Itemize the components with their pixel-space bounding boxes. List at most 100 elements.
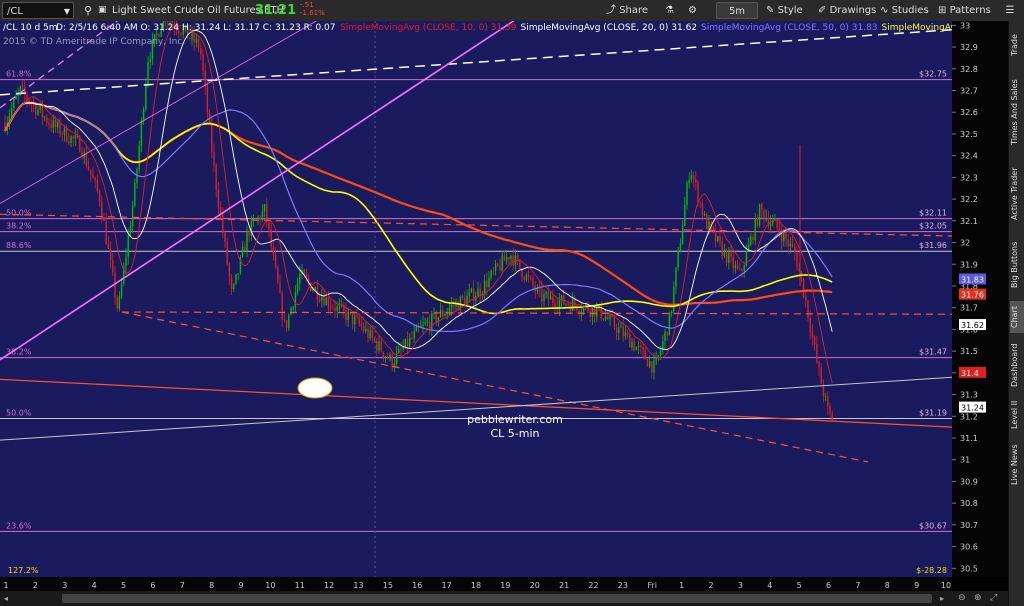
patterns-button[interactable]: ⊞ Patterns xyxy=(938,2,991,19)
candle-body xyxy=(116,297,118,309)
x-tick-label: 9 xyxy=(914,581,919,590)
candle-body xyxy=(479,288,481,296)
candle-body xyxy=(107,243,110,249)
scroll-right-icon[interactable]: ▸ xyxy=(940,595,948,603)
candle-body xyxy=(129,226,132,236)
candle-body xyxy=(640,345,642,348)
y-tick-label: 32.6 xyxy=(960,108,978,117)
chevron-down-icon[interactable]: ▼ xyxy=(64,3,70,20)
drawings-button[interactable]: ✐ Drawings xyxy=(818,2,876,19)
style-label: Style xyxy=(777,5,803,16)
sidebar-tab-chart[interactable]: Chart xyxy=(1010,301,1024,333)
x-tick-label: 23 xyxy=(618,581,628,590)
candle-body xyxy=(604,317,607,320)
candle-body xyxy=(345,310,347,321)
indicator-label[interactable]: SimpleMovingAvg (CLOSE, 50, 0) 31.83 xyxy=(701,23,878,33)
candle-body xyxy=(820,367,822,384)
scroll-left-icon[interactable]: ◂ xyxy=(4,595,12,603)
candle-body xyxy=(384,356,387,358)
sidebar-tab-active-trader[interactable]: Active Trader xyxy=(1010,159,1024,229)
candle-body xyxy=(642,347,644,350)
sidebar-tab-times-and-sales[interactable]: Times And Sales xyxy=(1010,71,1024,153)
indicator-label[interactable]: SimpleMovingAvg (CLOSE, 10, 0) 31.39 xyxy=(340,23,517,33)
candle-body xyxy=(406,338,409,347)
candle-body xyxy=(690,175,693,180)
candle-body xyxy=(514,255,517,266)
copyright-text: 2015 © TD Ameritrade IP Company, Inc. xyxy=(3,37,186,47)
candle-body xyxy=(362,326,365,331)
candle-body xyxy=(554,302,556,308)
candle-body xyxy=(620,326,622,328)
fib-level-label: 88.6% xyxy=(6,241,32,250)
x-tick-label: 13 xyxy=(353,581,363,590)
candle-body xyxy=(50,124,52,129)
candle-body xyxy=(785,233,787,240)
candle-body xyxy=(39,106,41,110)
interval-label: 5m xyxy=(728,6,746,17)
sidebar-tab-dashboard[interactable]: Dashboard xyxy=(1010,339,1024,391)
interval-selector[interactable]: 5m xyxy=(716,2,758,19)
candle-body xyxy=(281,292,283,320)
scroll-thumb[interactable] xyxy=(62,594,932,603)
candle-body xyxy=(213,151,215,166)
share-button[interactable]: ⤴ Share xyxy=(606,2,648,19)
x-tick-label: 4 xyxy=(92,581,97,590)
candle-body xyxy=(697,182,699,203)
candle-body xyxy=(259,217,261,220)
candle-body xyxy=(453,304,455,307)
style-button[interactable]: ✎ Style xyxy=(766,2,803,19)
candle-body xyxy=(574,299,576,306)
menu-icon[interactable]: ☰ xyxy=(1000,2,1020,19)
chart-scrollbar[interactable]: ◂ ▸ ⊖ ⊕ ⤢ xyxy=(0,591,1008,606)
candle-body xyxy=(19,86,22,92)
candle-body xyxy=(266,204,268,223)
price-chart[interactable]: 61.8% $32.75 50.0% $32.11 38.2% $32.05 88.6% $3… xyxy=(0,8,953,577)
candle-body xyxy=(131,205,134,227)
candle-body xyxy=(490,270,492,278)
time-axis[interactable]: 1 2 3 4 5 6 7 8 9 10 11 12 13 15 16 17 18 19 20 21 22 23 Fri 1 2… xyxy=(0,577,952,591)
fit-icon[interactable]: ⤢ xyxy=(990,593,1000,603)
symbol-selector[interactable]: /CL ▼ xyxy=(2,2,74,19)
candle-body xyxy=(752,236,754,241)
candle-body xyxy=(488,277,490,288)
sidebar-tab-big-buttons[interactable]: Big Buttons xyxy=(1010,235,1024,295)
y-tick-label: 32.4 xyxy=(960,152,978,161)
candle-body xyxy=(497,263,499,266)
y-tick-label: 30.5 xyxy=(960,564,978,573)
candle-body xyxy=(15,96,17,100)
indicator-label[interactable]: SimpleMovingAvg (CLOSE, 20, 0) 31.62 xyxy=(521,23,698,33)
candle-body xyxy=(576,305,578,311)
candle-body xyxy=(734,265,737,269)
price-axis[interactable]: 33 32.9 32.8 32.7 32.6 32.5 32.4 32.3 32.2 32.1 32… xyxy=(952,21,1008,577)
candle-body xyxy=(701,202,704,216)
sidebar-tab-level-ii[interactable]: Level II xyxy=(1010,397,1024,433)
candle-body xyxy=(365,328,367,331)
x-tick-label: 7 xyxy=(855,581,860,590)
candle-body xyxy=(695,179,697,183)
sidebar-tab-trade[interactable]: Trade xyxy=(1010,26,1024,64)
candle-body xyxy=(613,316,616,328)
x-tick-label: 5 xyxy=(121,581,126,590)
link-icon[interactable]: ⚲ xyxy=(84,2,96,19)
sidebar-tab-live-news[interactable]: Live News xyxy=(1010,439,1024,491)
gear-icon[interactable]: ⚙ xyxy=(688,2,697,19)
x-tick-label: 6 xyxy=(150,581,155,590)
candle-body xyxy=(85,152,88,167)
candle-body xyxy=(450,304,453,309)
fib-level-label: 61.8% xyxy=(6,70,32,79)
studies-button[interactable]: ∿ Studies xyxy=(880,2,929,19)
candle-body xyxy=(424,322,426,325)
zoom-in-icon[interactable]: ⊕ xyxy=(974,593,984,603)
candle-body xyxy=(651,361,653,373)
candle-body xyxy=(13,99,15,109)
candle-body xyxy=(63,127,66,135)
candle-body xyxy=(442,310,444,316)
candle-body xyxy=(743,265,745,271)
candle-body xyxy=(545,292,547,295)
y-tick-label: 31.5 xyxy=(960,347,978,356)
x-tick-label: 15 xyxy=(383,581,393,590)
flask-icon[interactable]: ⚗ xyxy=(665,2,674,19)
lock-icon[interactable]: ▣ xyxy=(98,2,108,19)
zoom-out-icon[interactable]: ⊖ xyxy=(958,593,968,603)
candle-body xyxy=(571,299,574,311)
